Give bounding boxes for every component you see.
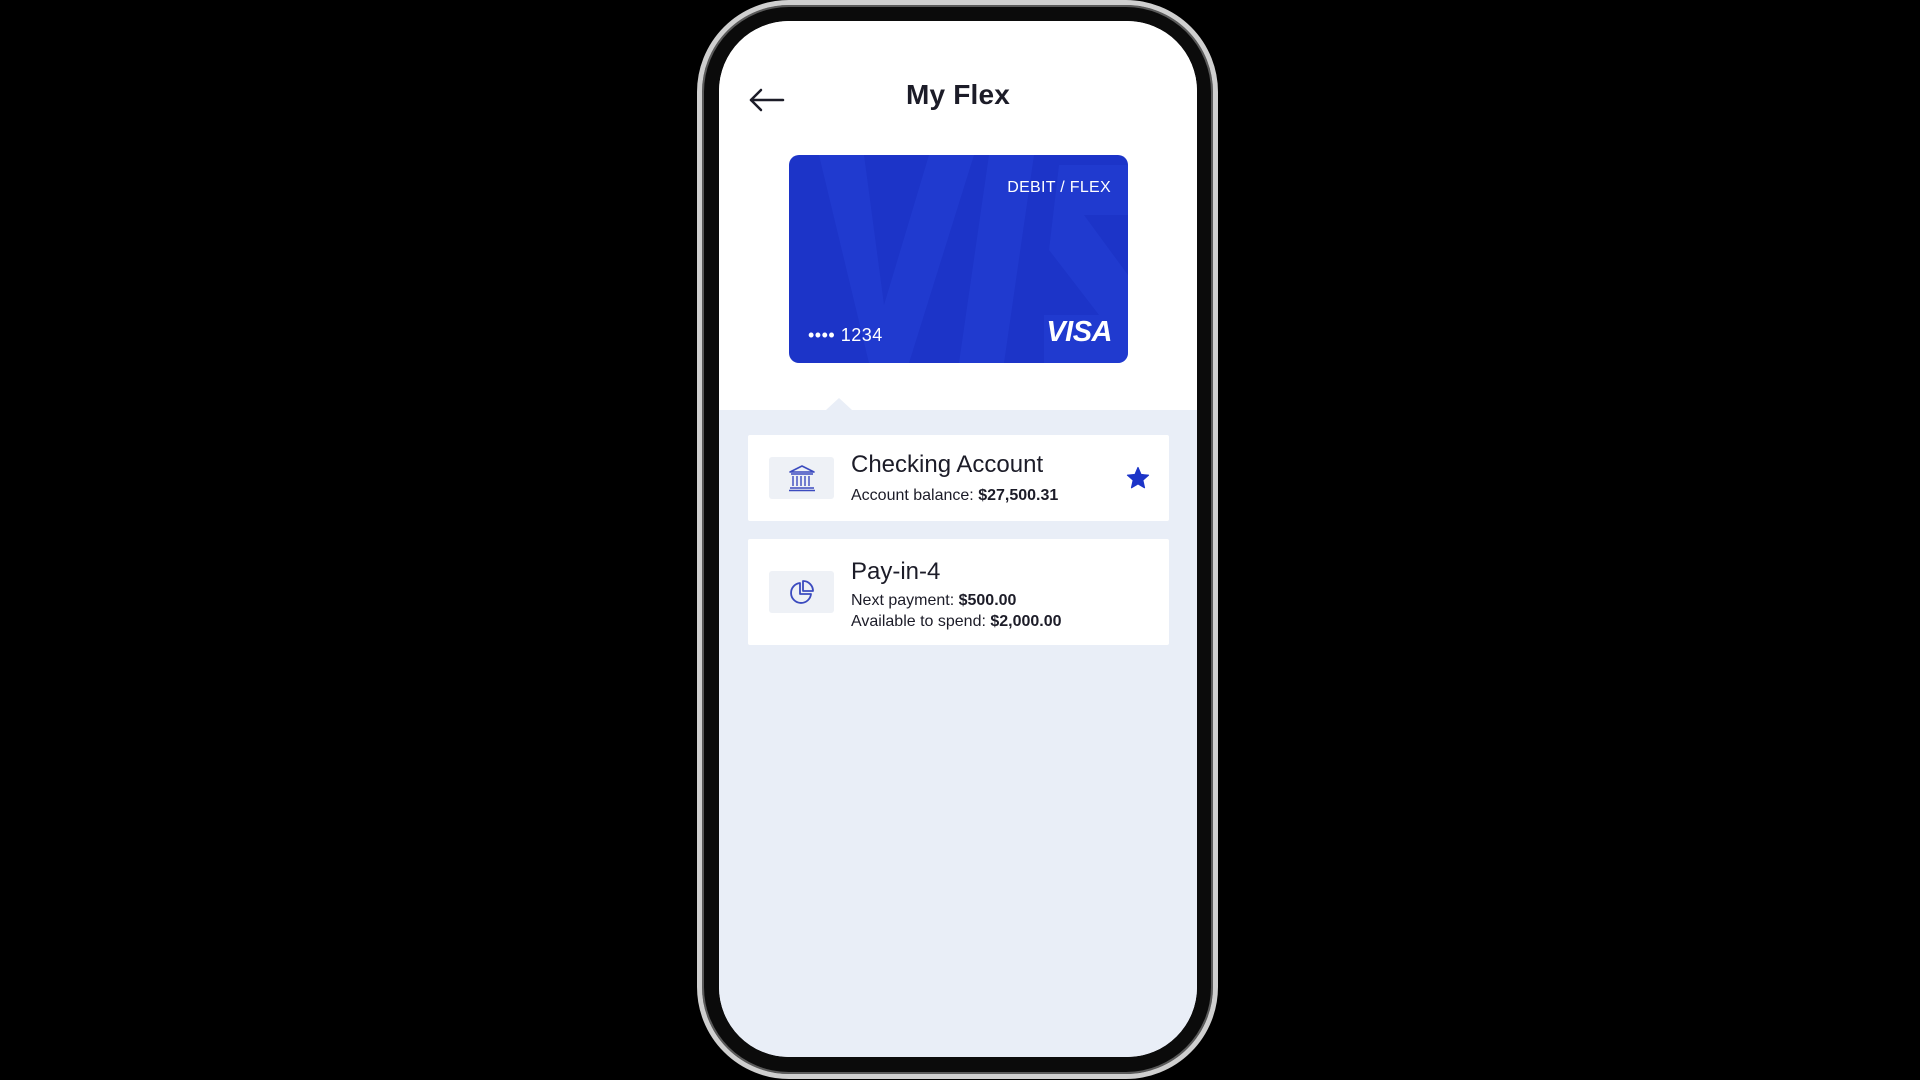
debit-card[interactable]: DEBIT / FLEX •••• 1234 VISA (789, 155, 1128, 363)
card-type-label: DEBIT / FLEX (1007, 179, 1111, 196)
detail-value: $500.00 (958, 592, 1017, 609)
tile-detail-line: Available to spend: $2,000.00 (851, 613, 1062, 631)
tile-icon-box (769, 571, 834, 613)
card-pointer (826, 398, 852, 410)
card-number: •••• 1234 (808, 325, 883, 345)
detail-value: $27,500.31 (978, 487, 1059, 504)
page-title: My Flex (905, 79, 1011, 110)
tile-title: Checking Account (851, 451, 1044, 478)
tile-detail-line: Account balance: $27,500.31 (851, 487, 1058, 505)
favorite-button[interactable] (1126, 466, 1150, 490)
tile-icon-box (769, 457, 834, 499)
detail-value: $2,000.00 (990, 613, 1062, 630)
tile-detail-line: Next payment: $500.00 (851, 592, 1016, 610)
account-tile-pay-in-4[interactable]: Pay-in-4 Next payment: $500.00 Available… (748, 539, 1169, 645)
bank-icon (789, 465, 815, 492)
card-brand-logo: VISA (1046, 316, 1112, 348)
detail-label: Account balance: (851, 487, 979, 504)
detail-label: Next payment: (851, 592, 959, 609)
star-icon (1126, 466, 1150, 489)
tile-title: Pay-in-4 (851, 558, 941, 585)
account-tile-checking[interactable]: Checking Account Account balance: $27,50… (748, 435, 1169, 521)
header: My Flex DEBIT / FLEX •••• 1234 VISA (719, 21, 1197, 410)
detail-label: Available to spend: (851, 613, 991, 630)
pie-chart-icon (790, 580, 814, 604)
